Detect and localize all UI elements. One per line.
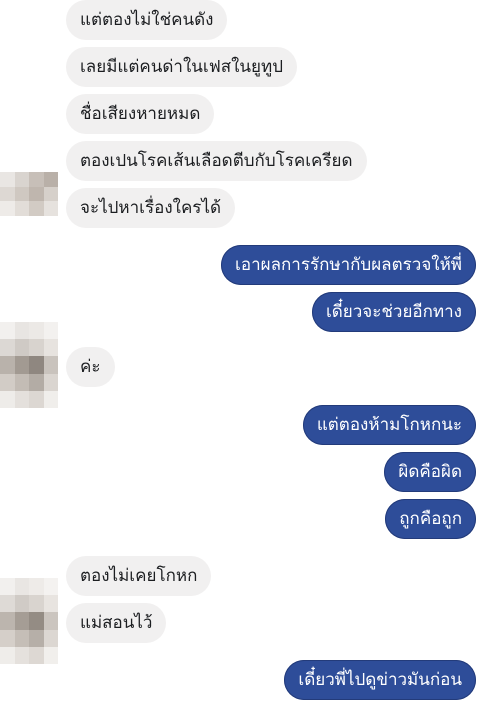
message-bubble-outgoing[interactable]: เอาผลการรักษากับผลตรวจให้พี่ <box>221 245 476 285</box>
message-bubble-outgoing[interactable]: ถูกคือถูก <box>385 499 476 539</box>
message-bubble-outgoing[interactable]: ผิดคือผิด <box>384 452 476 492</box>
message-bubble-incoming[interactable]: ตองเปนโรคเส้นเลือดตีบกับโรคเครียด <box>66 141 367 181</box>
message-bubble-incoming[interactable]: แม่สอนไว้ <box>66 603 167 643</box>
message-bubble-outgoing[interactable]: เดี๋ยวพี่ไปดูข่าวมันก่อน <box>284 660 476 700</box>
message-bubble-incoming[interactable]: จะไปหาเรื่องใครได้ <box>66 188 236 228</box>
message-bubble-incoming[interactable]: ค่ะ <box>66 347 115 387</box>
message-bubble-incoming[interactable]: เลยมีแต่คนด่าในเฟสในยูทูป <box>66 47 297 87</box>
message-bubble-outgoing[interactable]: เดี๋ยวจะช่วยอีกทาง <box>311 292 476 332</box>
avatar[interactable] <box>0 172 58 216</box>
avatar[interactable] <box>0 578 58 664</box>
message-bubble-outgoing[interactable]: แต่ตองห้ามโกหกนะ <box>302 405 476 445</box>
message-bubble-incoming[interactable]: แต่ตองไม่ใช่คนดัง <box>66 0 228 40</box>
message-bubble-incoming[interactable]: ชื่อเสียงหายหมด <box>66 94 215 134</box>
chat-thread: แต่ตองไม่ใช่คนดัง เลยมีแต่คนด่าในเฟสในยู… <box>0 0 500 702</box>
avatar[interactable] <box>0 322 58 408</box>
message-bubble-incoming[interactable]: ตองไม่เคยโกหก <box>66 556 212 596</box>
